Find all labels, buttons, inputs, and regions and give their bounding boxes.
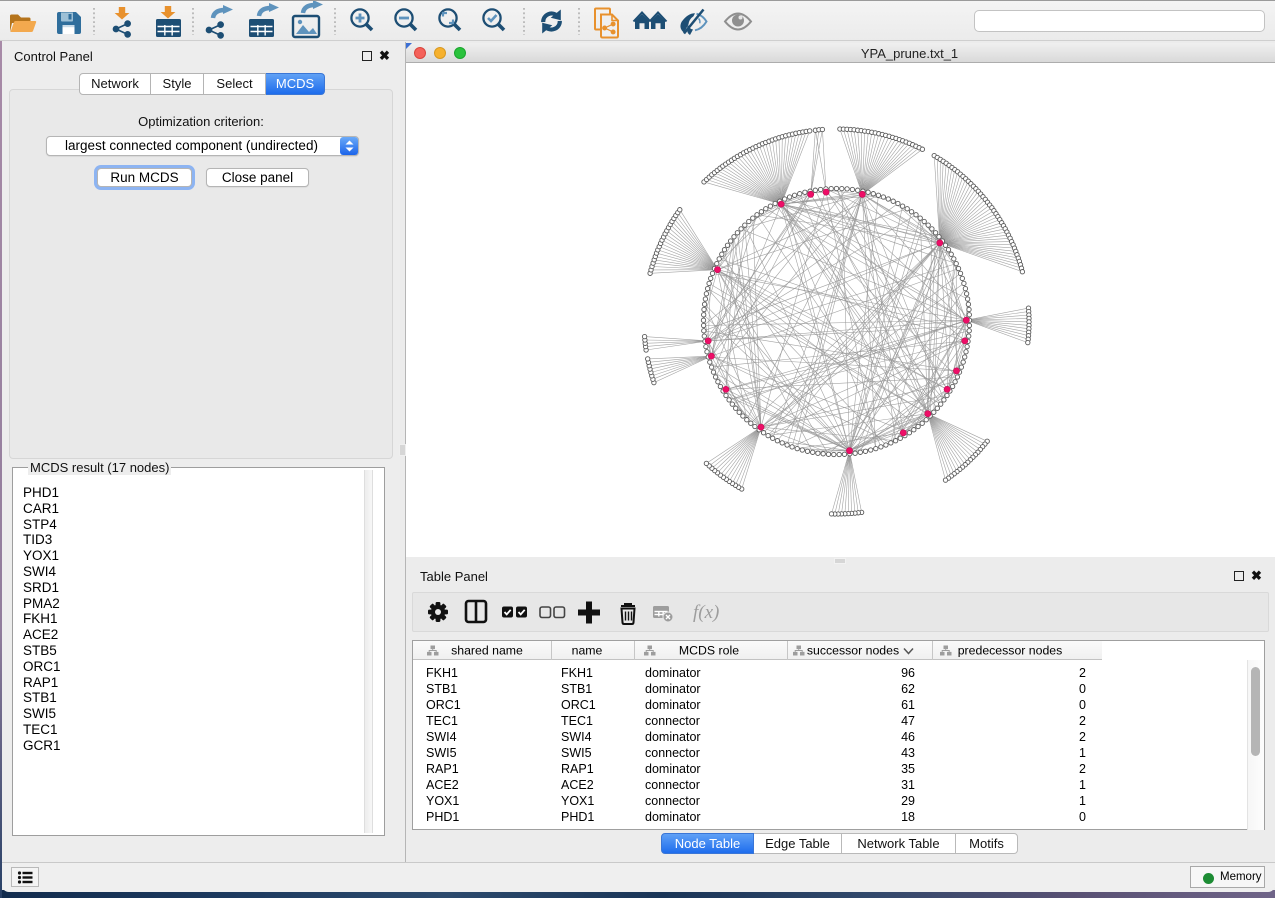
svg-text:predecessor nodes: predecessor nodes [958, 644, 1063, 658]
svg-text:name: name [572, 644, 603, 658]
svg-text:MCDS role: MCDS role [679, 644, 739, 658]
svg-text:shared name: shared name [451, 644, 523, 658]
svg-text:f(x): f(x) [693, 602, 719, 623]
svg-text:successor nodes: successor nodes [807, 644, 899, 658]
